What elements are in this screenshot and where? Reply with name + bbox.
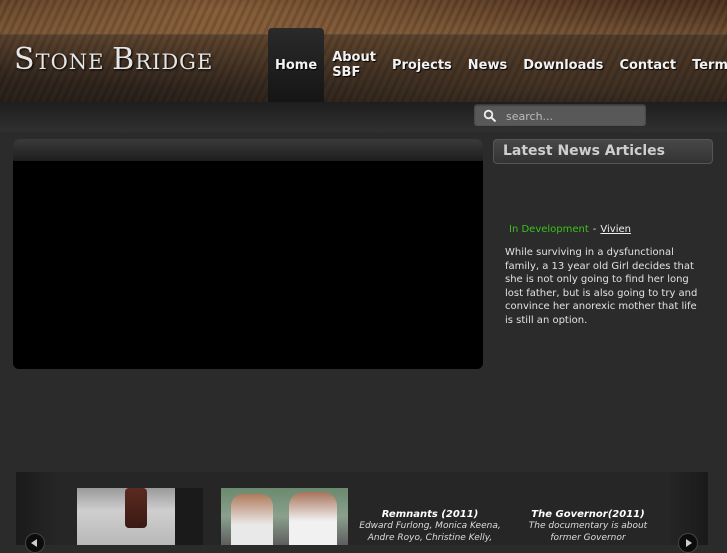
carousel-next-button[interactable] bbox=[678, 533, 698, 553]
news-separator: - bbox=[592, 224, 597, 235]
thumbnail-person bbox=[231, 494, 273, 545]
carousel-prev-button[interactable] bbox=[25, 533, 45, 553]
carousel-promo[interactable]: The Governor(2011) The documentary is ab… bbox=[513, 509, 663, 544]
thumbnail-person bbox=[289, 492, 337, 545]
thumbnail-figure bbox=[125, 488, 147, 528]
nav-about[interactable]: About SBF bbox=[324, 28, 384, 102]
thumbnail-shadow bbox=[175, 488, 203, 545]
nav-home[interactable]: Home bbox=[268, 28, 325, 102]
news-panel-header: Latest News Articles bbox=[493, 139, 713, 164]
nav-contact[interactable]: Contact bbox=[611, 28, 684, 102]
video-player[interactable] bbox=[13, 139, 483, 369]
logo-letter: S bbox=[14, 42, 36, 77]
search-input[interactable] bbox=[504, 107, 643, 125]
promo-description: Edward Furlong, Monica Keena, Andre Royo… bbox=[359, 521, 501, 543]
news-article-meta: In Development - Vivien bbox=[509, 224, 631, 235]
nav-terms[interactable]: Terms bbox=[684, 28, 727, 102]
carousel-thumbnail[interactable] bbox=[77, 488, 203, 545]
promo-title: Remnants (2011) bbox=[381, 509, 479, 520]
search-box bbox=[474, 104, 646, 126]
news-status: In Development bbox=[509, 224, 589, 235]
main-nav: Home About SBF Projects News Downloads C… bbox=[268, 28, 727, 102]
logo-letters: RIDGE bbox=[135, 50, 214, 74]
video-top-bar bbox=[13, 139, 483, 161]
search-icon[interactable] bbox=[483, 108, 497, 123]
news-title-link[interactable]: Vivien bbox=[600, 224, 631, 235]
nav-projects[interactable]: Projects bbox=[384, 28, 460, 102]
news-article-body: While surviving in a dysfunctional famil… bbox=[505, 247, 698, 326]
site-logo[interactable]: STONE BRIDGE bbox=[14, 42, 213, 86]
logo-letter: B bbox=[112, 42, 136, 77]
promo-description: The documentary is about former Governor bbox=[528, 521, 648, 543]
logo-letters: TONE bbox=[35, 50, 113, 74]
carousel-thumbnail[interactable] bbox=[221, 488, 348, 545]
news-heading: Latest News Articles bbox=[503, 143, 665, 159]
promo-title: The Governor(2011) bbox=[531, 509, 645, 520]
nav-downloads[interactable]: Downloads bbox=[515, 28, 611, 102]
nav-news[interactable]: News bbox=[460, 28, 515, 102]
carousel-promo[interactable]: Remnants (2011) Edward Furlong, Monica K… bbox=[355, 509, 505, 544]
